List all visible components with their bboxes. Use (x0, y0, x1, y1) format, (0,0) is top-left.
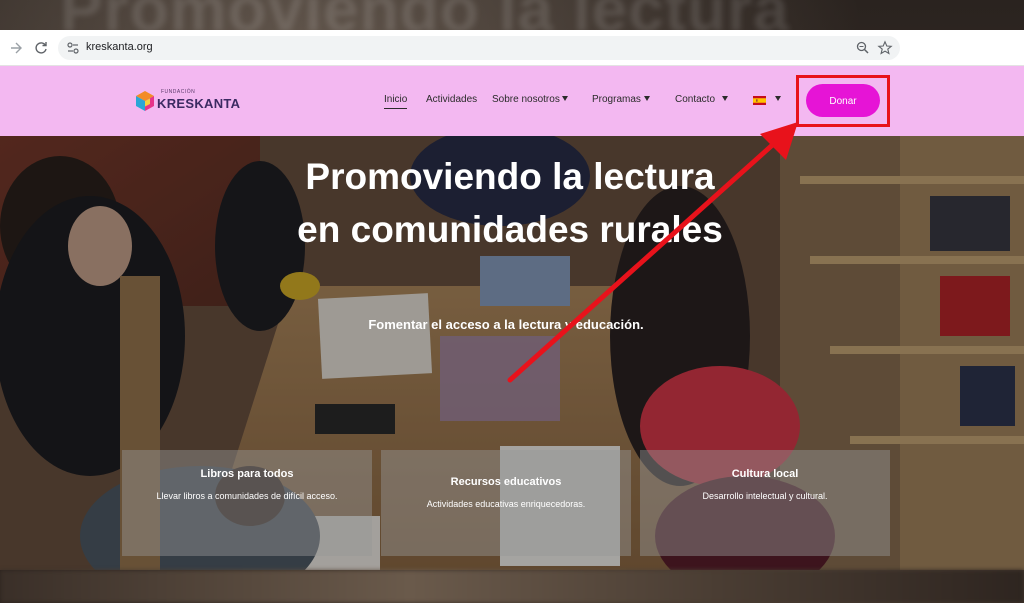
browser-toolbar: kreskanta.org (0, 30, 1024, 66)
language-chevron-down-icon[interactable] (775, 96, 781, 101)
nav-item-actividades[interactable]: Actividades (426, 94, 477, 105)
site-settings-icon[interactable] (64, 39, 82, 57)
hero-title: Promoviendo la lectura en comunidades ru… (250, 150, 770, 256)
spain-flag-icon[interactable] (753, 96, 766, 105)
feature-description: Llevar libros a comunidades de difícil a… (156, 491, 338, 501)
feature-title: Libros para todos (200, 468, 294, 480)
feature-card-libros: Libros para todos Llevar libros a comuni… (122, 450, 372, 556)
url-text: kreskanta.org (86, 41, 153, 53)
feature-title: Recursos educativos (450, 476, 562, 488)
logo-mark-icon (136, 91, 154, 111)
nav-item-sobre-nosotros[interactable]: Sobre nosotros (492, 94, 560, 105)
logo-subtitle: FUNDACIÓN (161, 89, 196, 95)
nav-item-programas[interactable]: Programas (592, 94, 641, 105)
hero-title-line-2: en comunidades rurales (297, 209, 723, 250)
hero-title-line-1: Promoviendo la lectura (305, 156, 715, 197)
feature-title: Cultura local (731, 468, 799, 480)
logo-name: KRESKANTA (157, 96, 241, 111)
address-bar[interactable]: kreskanta.org (58, 36, 900, 60)
feature-description: Desarrollo intelectual y cultural. (702, 491, 828, 501)
back-arrow-icon[interactable] (6, 38, 26, 58)
chevron-down-icon[interactable] (562, 96, 568, 101)
feature-description: Actividades educativas enriquecedoras. (426, 499, 586, 509)
hero-subtitle: Fomentar el acceso a la lectura y educac… (368, 317, 644, 332)
zoom-icon[interactable] (855, 40, 871, 56)
blurred-bottom-strip (0, 570, 1024, 603)
chevron-down-icon[interactable] (722, 96, 728, 101)
nav-item-contacto[interactable]: Contacto (675, 94, 715, 105)
star-icon[interactable] (877, 40, 893, 56)
reload-icon[interactable] (31, 38, 51, 58)
chevron-down-icon[interactable] (644, 96, 650, 101)
feature-card-cultura: Cultura local Desarrollo intelectual y c… (640, 450, 890, 556)
hero-section: Promoviendo la lectura en comunidades ru… (0, 136, 1024, 570)
kreskanta-logo[interactable]: FUNDACIÓN KRESKANTA (134, 88, 240, 114)
nav-item-inicio[interactable]: Inicio (384, 94, 408, 109)
feature-card-recursos: Recursos educativos Actividades educativ… (381, 450, 631, 556)
donate-button[interactable]: Donar (806, 84, 880, 117)
